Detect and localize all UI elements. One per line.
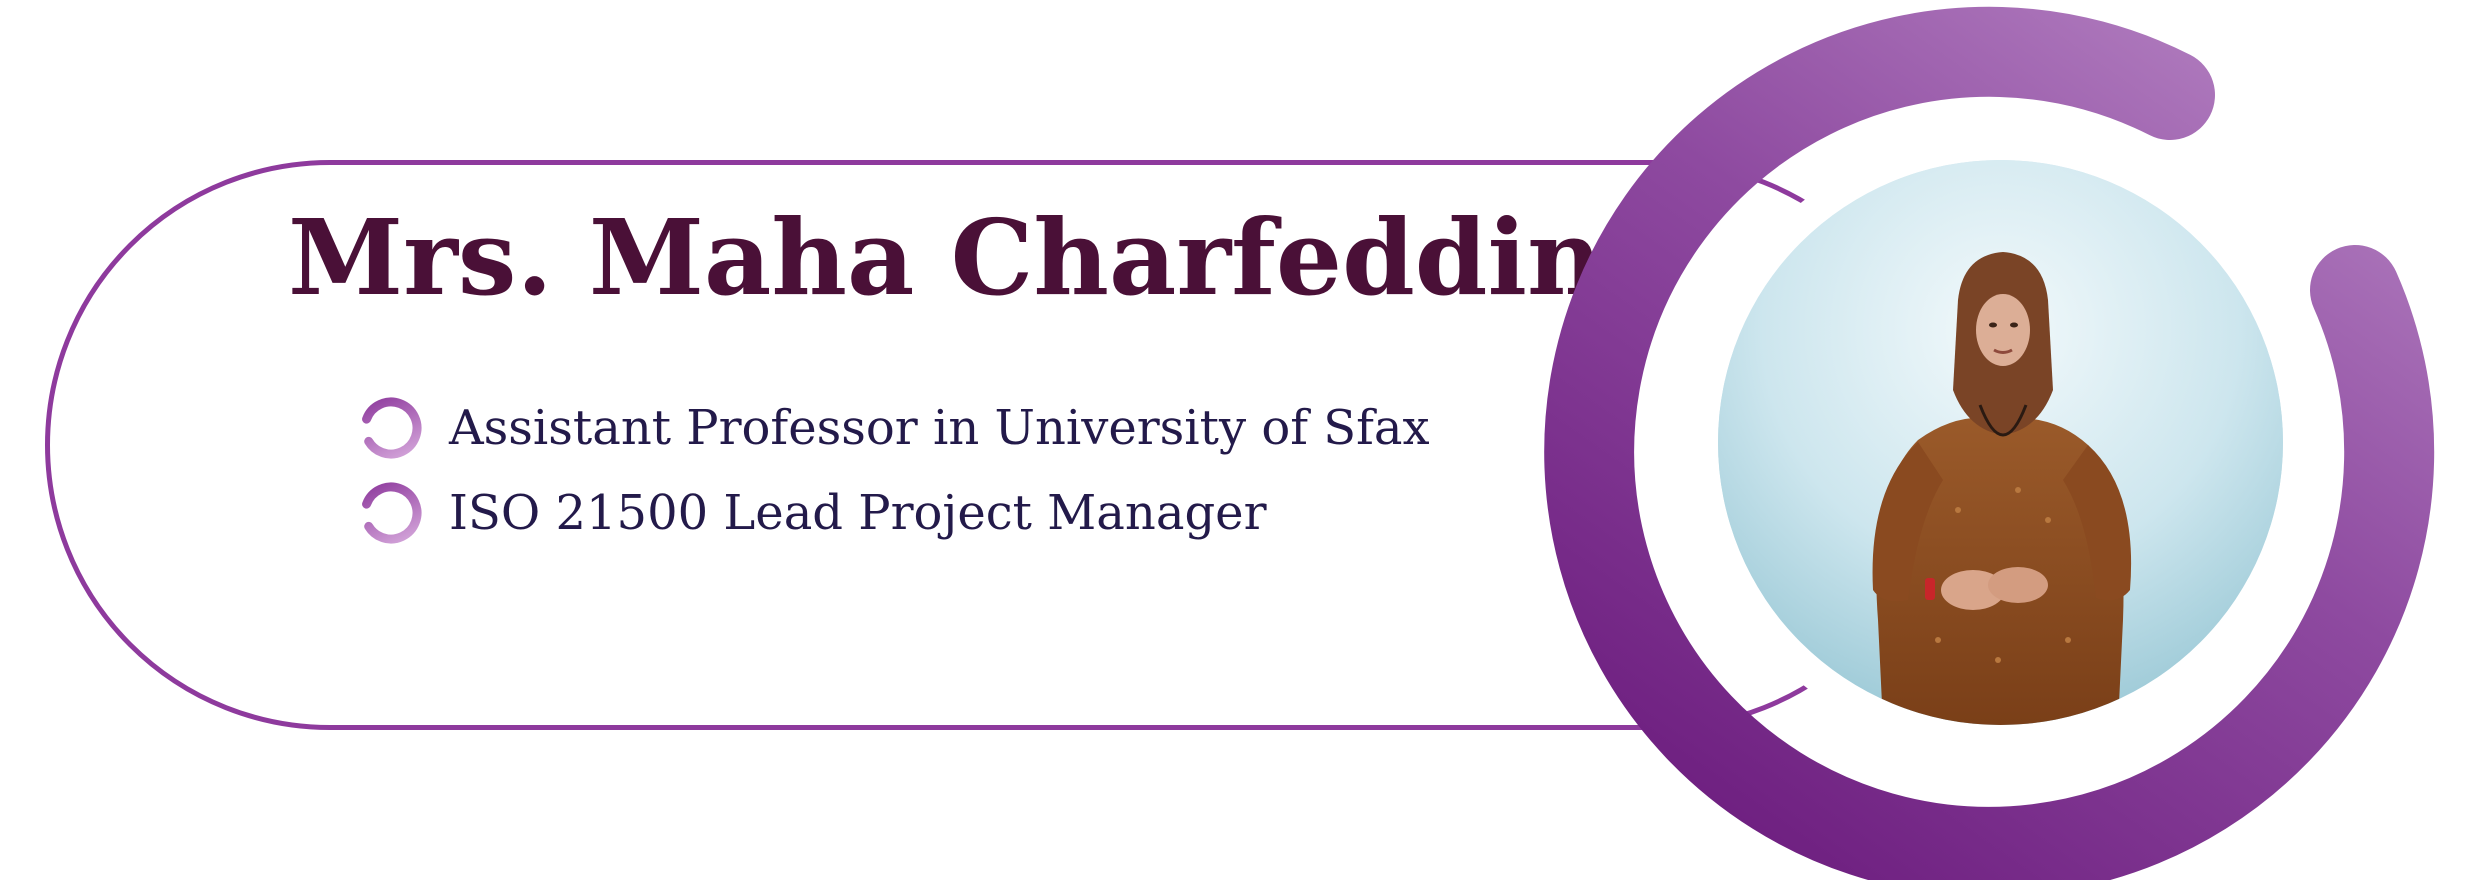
- circular-swirl-icon: [360, 482, 422, 544]
- person-figure: [1718, 160, 2283, 725]
- role-text: ISO 21500 Lead Project Manager: [449, 485, 1267, 541]
- role-item: ISO 21500 Lead Project Manager: [355, 473, 1267, 553]
- person-name: Mrs. Maha Charfeddine: [288, 196, 1669, 319]
- role-item: Assistant Professor in University of Sfa…: [355, 388, 1430, 468]
- profile-card: Mrs. Maha Charfeddine Assistant Professo…: [0, 0, 2480, 880]
- portrait-photo: [1718, 160, 2283, 725]
- circular-swirl-icon: [360, 397, 422, 459]
- role-text: Assistant Professor in University of Sfa…: [449, 400, 1430, 456]
